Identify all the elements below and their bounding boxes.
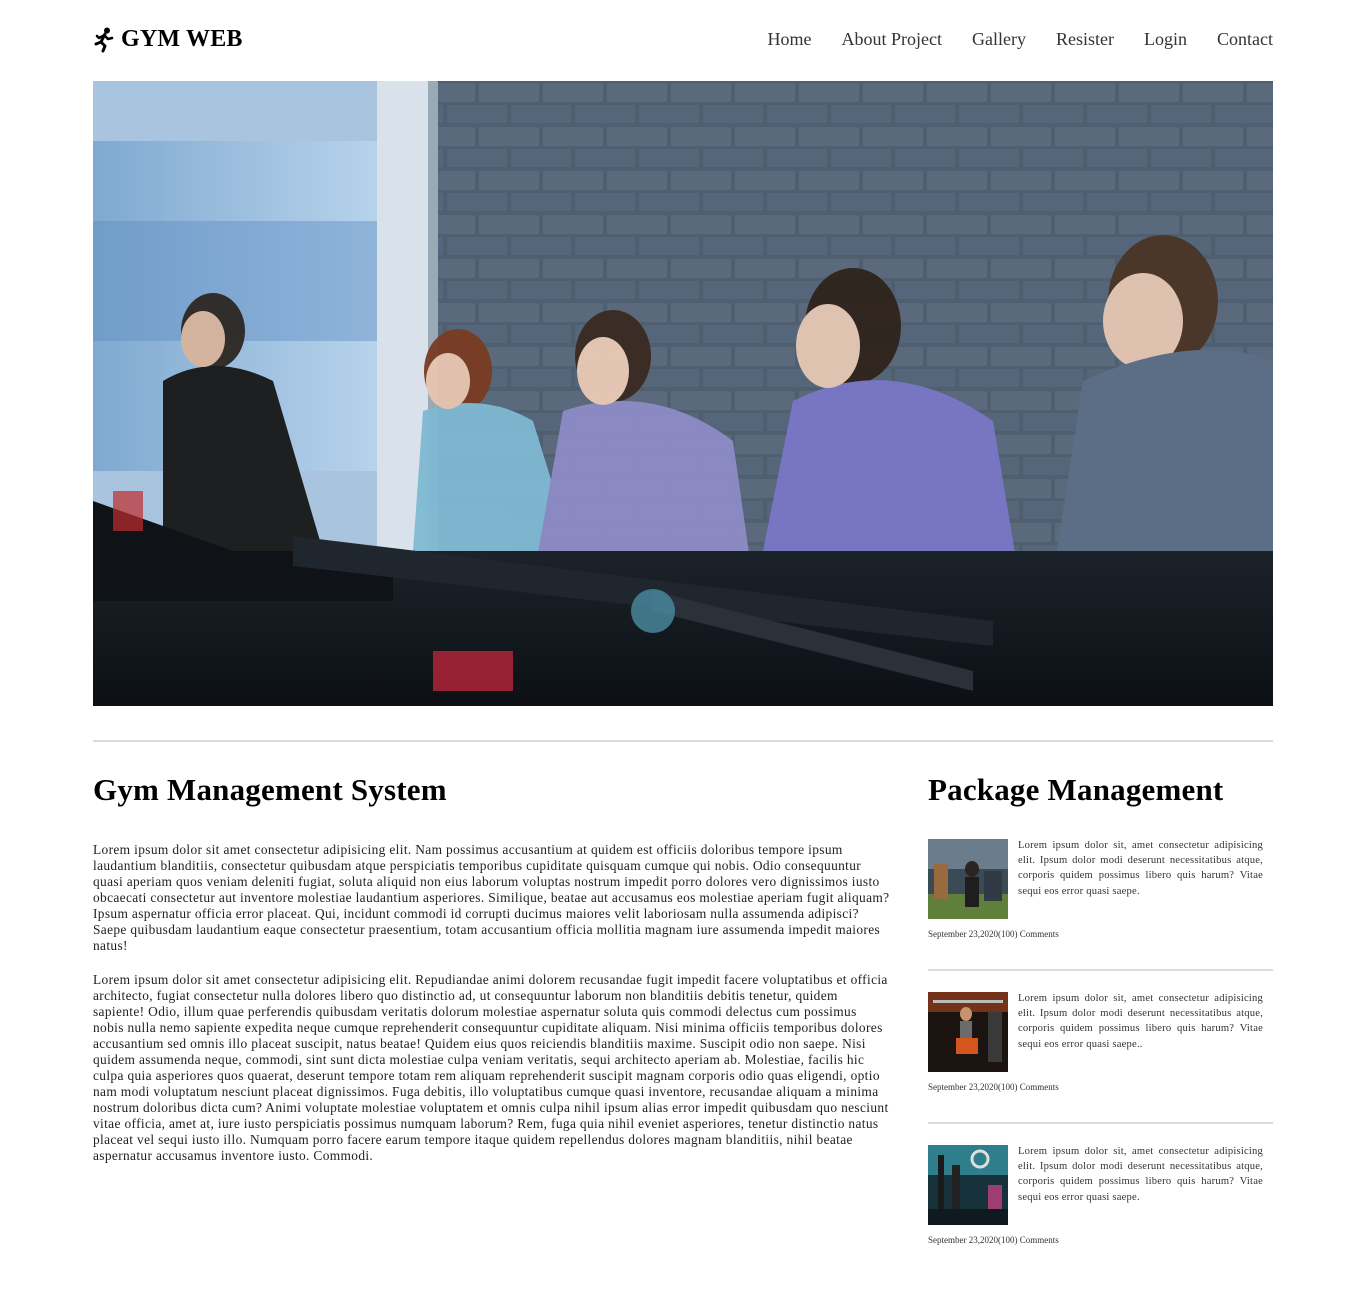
package-divider xyxy=(928,1122,1273,1124)
intro-paragraph: Lorem ipsum dolor sit amet consectetur a… xyxy=(93,842,890,953)
runner-icon xyxy=(93,27,115,53)
sidebar-title: Package Management xyxy=(928,772,1224,807)
body-paragraph: Lorem ipsum dolor sit amet consectetur a… xyxy=(93,972,889,1163)
nav-contact[interactable]: Contact xyxy=(1217,29,1273,50)
gym-interior-thumbnail[interactable] xyxy=(928,839,1008,919)
section-divider xyxy=(93,740,1273,742)
nav-home[interactable]: Home xyxy=(768,29,812,50)
main-nav: Home About Project Gallery Resister Logi… xyxy=(768,29,1273,50)
page-title: Gym Management System xyxy=(93,772,447,807)
package-meta: September 23,2020(100) Comments xyxy=(928,929,1059,939)
package-divider xyxy=(928,969,1273,971)
main-content: Gym Management System Lorem ipsum dolor … xyxy=(93,772,890,1182)
site-header: GYM WEB Home About Project Gallery Resis… xyxy=(93,24,1273,60)
nav-about-project[interactable]: About Project xyxy=(842,29,943,50)
nav-login[interactable]: Login xyxy=(1144,29,1187,50)
brand-logo[interactable]: GYM WEB xyxy=(93,26,243,53)
gym-equipment-thumbnail[interactable] xyxy=(928,1145,1008,1225)
hero-image xyxy=(93,81,1273,706)
package-meta: September 23,2020(100) Comments xyxy=(928,1082,1059,1092)
weightlifting-thumbnail[interactable] xyxy=(928,992,1008,1072)
package-meta: September 23,2020(100) Comments xyxy=(928,1235,1059,1245)
package-description: Lorem ipsum dolor sit, amet consectetur … xyxy=(1018,993,1263,1050)
nav-gallery[interactable]: Gallery xyxy=(972,29,1026,50)
package-description: Lorem ipsum dolor sit, amet consectetur … xyxy=(1018,840,1263,897)
nav-resister[interactable]: Resister xyxy=(1056,29,1114,50)
brand-name: GYM WEB xyxy=(121,26,243,52)
package-description: Lorem ipsum dolor sit, amet consectetur … xyxy=(1018,1146,1263,1203)
package-sidebar: Package Management Lorem ipsum dolor sit… xyxy=(928,772,1273,1245)
